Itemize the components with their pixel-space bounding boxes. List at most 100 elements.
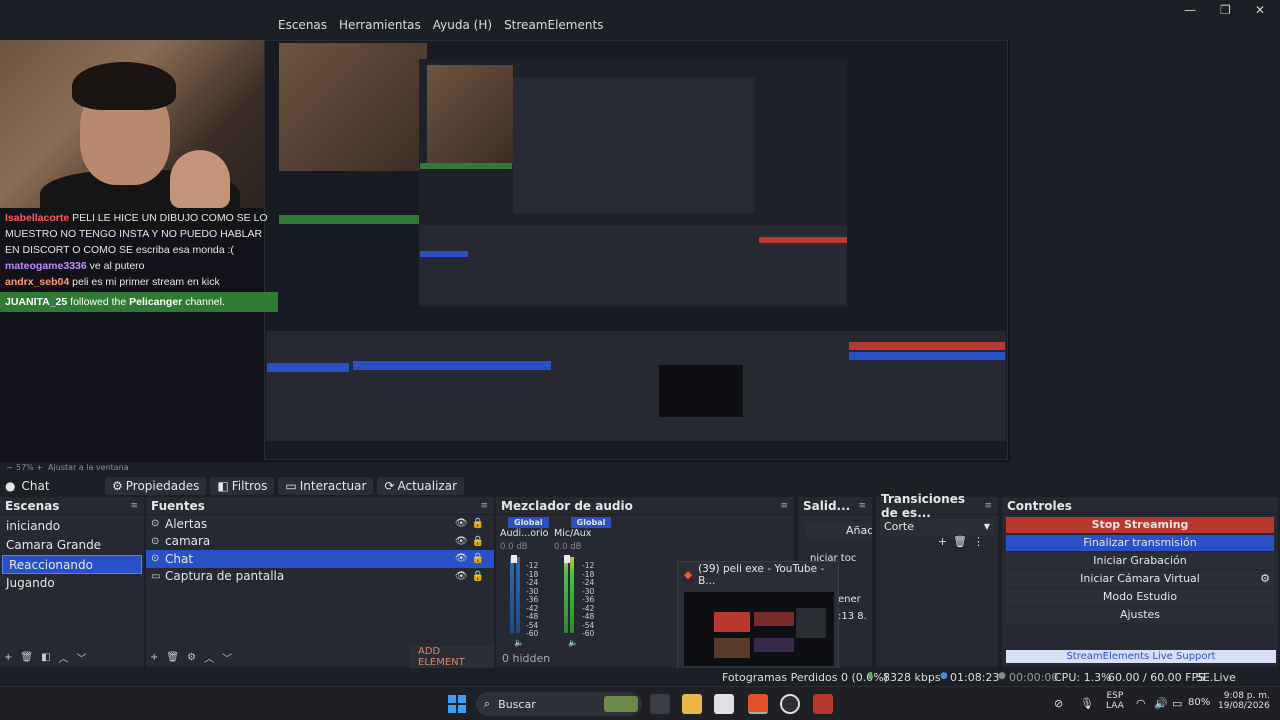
zoom-fit[interactable]: Ajustar a la ventana [48, 463, 129, 472]
battery-level: 80% [1188, 697, 1211, 708]
stop-streaming-button[interactable]: Stop Streaming [1006, 517, 1274, 533]
filter-icon[interactable]: ◧ [41, 652, 50, 663]
wifi-icon[interactable]: ◠ [1136, 697, 1146, 710]
maximize-icon[interactable]: ❐ [1220, 3, 1231, 17]
dock-menu-icon[interactable]: ≡ [130, 501, 138, 511]
visibility-lock-icons[interactable]: 👁🔒 [455, 571, 488, 582]
chat-message: Isabellacorte PELI LE HICE UN DIBUJO COM… [0, 210, 278, 258]
source-active-icon: ● [5, 479, 16, 493]
filters-button[interactable]: ◧ Filtros [210, 477, 275, 495]
menu-streamelements[interactable]: StreamElements [504, 18, 603, 32]
channel-name[interactable]: Audi...orio [500, 528, 548, 539]
finish-broadcast-button[interactable]: Finalizar transmisión [1006, 535, 1274, 551]
studio-mode-button[interactable]: Modo Estudio [1006, 589, 1274, 605]
down-icon[interactable]: ﹀ [222, 650, 232, 665]
source-toolbar: ● Chat ⚙ Propiedades ◧ Filtros ▭ Interactua… [0, 475, 1280, 497]
add-icon[interactable]: + [4, 652, 12, 663]
down-icon[interactable]: ﹀ [77, 650, 87, 665]
menu-tools[interactable]: Herramientas [339, 18, 421, 32]
gear-icon[interactable]: ⚙ [187, 652, 196, 663]
mute-icon[interactable]: 🔈 [568, 638, 578, 647]
trash-icon[interactable]: 🗑 [166, 652, 179, 663]
add-output-button[interactable]: Añad [806, 523, 872, 539]
windows-start-icon[interactable] [448, 695, 466, 713]
close-icon[interactable]: ✕ [1255, 3, 1265, 17]
dock-menu-icon[interactable]: ≡ [480, 501, 488, 511]
visibility-lock-icons[interactable]: 👁🔒 [455, 553, 488, 564]
settings-button[interactable]: Ajustes [1006, 607, 1274, 623]
filter-icon: ◧ [217, 479, 229, 493]
virtual-camera-button[interactable]: Iniciar Cámara Virtual ⚙ [1006, 571, 1274, 587]
nested-capture [264, 40, 1008, 460]
preview-canvas[interactable]: Isabellacorte PELI LE HICE UN DIBUJO COM… [0, 40, 1010, 462]
up-icon[interactable]: ︿ [204, 650, 214, 665]
task-view-icon[interactable] [650, 694, 670, 714]
menu-help[interactable]: Ayuda (H) [433, 18, 492, 32]
visibility-lock-icons[interactable]: 👁🔒 [455, 518, 488, 529]
chat-username: mateogame3336 [5, 260, 87, 272]
trash-icon[interactable]: 🗑 [20, 652, 33, 663]
voicemeeter-icon[interactable] [813, 694, 833, 714]
dock-menu-icon[interactable]: ≡ [984, 501, 992, 511]
scene-item[interactable]: iniciando [0, 517, 144, 536]
clock[interactable]: 9:08 p. m. 19/08/2026 [1218, 691, 1270, 711]
gear-icon[interactable]: ⚙ [1260, 571, 1270, 587]
source-item[interactable]: ⊙ camara 👁🔒 [146, 533, 494, 551]
chat-message: andrx_seb04 peli es mi primer stream en … [0, 274, 278, 290]
sources-footer: + 🗑 ⚙ ︿ ﹀ ADD ELEMENT [146, 646, 494, 668]
audio-meter [570, 557, 574, 633]
source-item[interactable]: ⊙ Chat 👁🔒 [146, 550, 494, 568]
properties-button[interactable]: ⚙ Propiedades [105, 477, 207, 495]
taskbar-thumbnail[interactable]: ◆ (39) peli exe - YouTube - B... [677, 561, 839, 669]
zoom-plus-icon[interactable]: + [36, 463, 43, 472]
add-icon[interactable]: + [150, 652, 158, 663]
chat-username: Isabellacorte [5, 212, 70, 224]
dock-menu-icon[interactable]: ≡ [780, 501, 788, 511]
volume-icon[interactable]: 🔊 [1154, 697, 1168, 710]
volume-slider-handle[interactable] [564, 555, 570, 563]
file-explorer-icon[interactable] [682, 694, 702, 714]
global-badge: Global [570, 517, 612, 528]
scene-item[interactable]: Jugando [0, 574, 144, 593]
scene-item[interactable]: Reaccionando [2, 555, 142, 574]
minimize-icon[interactable]: — [1184, 3, 1196, 17]
channel-db: 0.0 dB [554, 542, 582, 552]
mute-icon[interactable]: 🔈 [514, 638, 524, 647]
visibility-lock-icons[interactable]: 👁🔒 [455, 536, 488, 547]
gear-icon: ⚙ [112, 479, 123, 493]
se-live-support-button[interactable]: StreamElements Live Support [1006, 650, 1276, 663]
transition-select[interactable]: Corte ▼ [880, 519, 994, 535]
menu-scenes[interactable]: Escenas [278, 18, 327, 32]
volume-slider-handle[interactable] [511, 555, 517, 563]
rec-icon: ● [998, 671, 1006, 681]
store-icon[interactable] [714, 694, 734, 714]
taskbar-search[interactable]: ⌕ Buscar [476, 692, 642, 716]
interact-button[interactable]: ▭ Interactuar [278, 477, 374, 495]
dropped-frames: Fotogramas Perdidos 0 (0.0%) [722, 671, 888, 684]
brave-icon: ◆ [684, 569, 693, 581]
microphone-icon[interactable]: 🎙 [1080, 697, 1094, 710]
fps: 60.00 / 60.00 FPS [1108, 671, 1206, 684]
refresh-button[interactable]: ⟳ Actualizar [377, 477, 465, 495]
brave-browser-icon[interactable] [748, 694, 768, 714]
channel-db: 0.0 dB [500, 542, 528, 552]
selected-source: ● Chat [5, 479, 50, 493]
channel-name[interactable]: Mic/Aux [554, 528, 591, 539]
language-indicator[interactable]: ESP LAA [1106, 691, 1124, 711]
windows-taskbar: ⌕ Buscar ⊘ 🎙 ESP LAA ◠ 🔊 ▭ 80% 9:08 p. m… [0, 686, 1280, 720]
transition-actions[interactable]: +🗑⋮ [938, 535, 990, 548]
dock-menu-icon[interactable]: ≡ [858, 501, 866, 511]
network-off-icon[interactable]: ⊘ [1054, 697, 1063, 710]
zoom-minus-icon[interactable]: − [6, 463, 13, 472]
start-recording-button[interactable]: Iniciar Grabación [1006, 553, 1274, 569]
scene-item[interactable]: Camara Grande [0, 536, 144, 555]
rec-time: 00:00:00 [1009, 671, 1059, 684]
add-element-button[interactable]: ADD ELEMENT [410, 646, 494, 668]
webcam-feed [0, 40, 278, 230]
up-icon[interactable]: ︿ [59, 650, 69, 665]
source-item[interactable]: ▭ Captura de pantalla 👁🔒 [146, 568, 494, 586]
obs-icon[interactable] [780, 694, 800, 714]
battery-icon[interactable]: ▭ [1172, 697, 1182, 710]
hidden-count[interactable]: 0 hidden [502, 652, 550, 665]
source-item[interactable]: ⊙ Alertas 👁🔒 [146, 515, 494, 533]
